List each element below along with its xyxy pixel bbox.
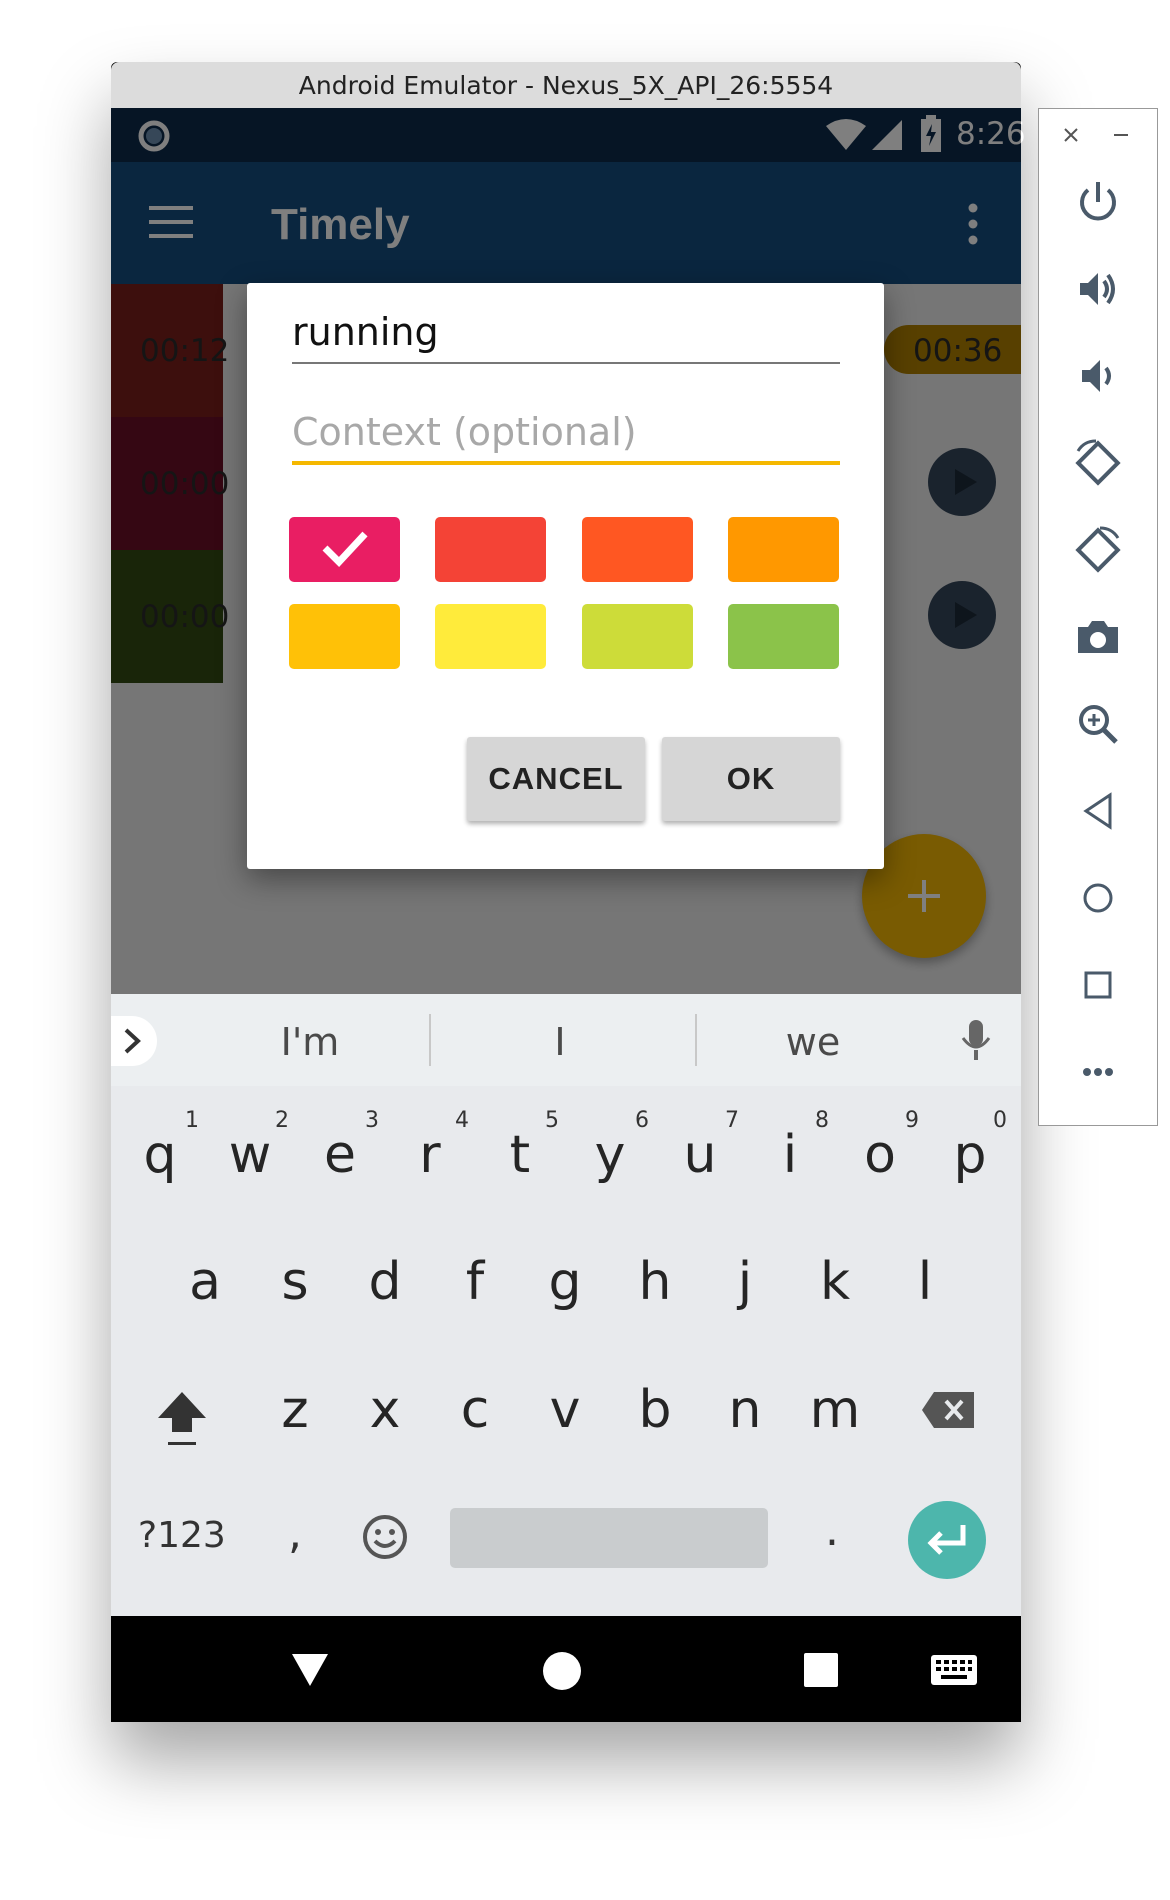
color-swatch[interactable] <box>435 517 546 582</box>
key-hint: 1 <box>185 1108 199 1133</box>
home-icon[interactable] <box>542 1651 582 1691</box>
key-hint: 4 <box>455 1108 469 1133</box>
key[interactable]: b <box>615 1380 695 1440</box>
key[interactable]: c <box>435 1380 515 1440</box>
color-swatch[interactable] <box>582 604 693 669</box>
key[interactable]: l <box>885 1252 965 1312</box>
expand-suggestions-button[interactable] <box>111 1016 157 1066</box>
key-hint: 0 <box>993 1108 1007 1133</box>
context-input-underline <box>292 461 840 465</box>
key[interactable]: o <box>840 1125 920 1185</box>
key[interactable]: i <box>750 1125 830 1185</box>
color-swatch[interactable] <box>728 517 839 582</box>
volume-down-icon[interactable] <box>1072 350 1124 402</box>
key[interactable]: m <box>795 1380 875 1440</box>
back-icon[interactable] <box>1072 785 1124 837</box>
color-swatch[interactable] <box>289 517 400 582</box>
zoom-icon[interactable] <box>1072 698 1124 750</box>
chevron-right-icon <box>124 1028 141 1054</box>
divider <box>429 1014 431 1066</box>
window-title: Android Emulator - Nexus_5X_API_26:5554 <box>111 62 1021 109</box>
color-swatch[interactable] <box>289 604 400 669</box>
context-input[interactable]: Context (optional) <box>292 410 637 454</box>
color-swatch[interactable] <box>582 517 693 582</box>
home-icon[interactable] <box>1072 872 1124 924</box>
key[interactable]: w <box>210 1125 290 1185</box>
color-swatch[interactable] <box>728 604 839 669</box>
space-key[interactable] <box>450 1508 768 1568</box>
key[interactable]: p <box>930 1125 1010 1185</box>
key-hint: 6 <box>635 1108 649 1133</box>
keyboard-icon[interactable] <box>931 1655 977 1685</box>
key-hint: 7 <box>725 1108 739 1133</box>
key[interactable]: y <box>570 1125 650 1185</box>
mic-icon[interactable] <box>961 1020 991 1062</box>
navigation-bar <box>111 1616 1021 1722</box>
name-input[interactable]: running <box>292 310 439 354</box>
backspace-icon[interactable] <box>920 1390 976 1430</box>
cancel-button[interactable]: CANCEL <box>467 737 645 821</box>
suggestion[interactable]: we <box>733 1020 893 1064</box>
enter-key[interactable] <box>908 1501 986 1579</box>
color-swatch[interactable] <box>435 604 546 669</box>
key-hint: 8 <box>815 1108 829 1133</box>
key[interactable]: a <box>165 1252 245 1312</box>
key-hint: 3 <box>365 1108 379 1133</box>
comma-key[interactable]: , <box>288 1508 302 1559</box>
key-hint: 5 <box>545 1108 559 1133</box>
key[interactable]: g <box>525 1252 605 1312</box>
key[interactable]: u <box>660 1125 740 1185</box>
enter-icon <box>927 1525 966 1555</box>
key[interactable]: j <box>705 1252 785 1312</box>
overview-icon[interactable] <box>1072 959 1124 1011</box>
close-icon[interactable] <box>1062 126 1080 144</box>
symbols-key[interactable]: ?123 <box>138 1515 226 1556</box>
key-hint: 9 <box>905 1108 919 1133</box>
volume-up-icon[interactable] <box>1072 263 1124 315</box>
camera-icon[interactable] <box>1072 611 1124 663</box>
key[interactable]: e <box>300 1125 380 1185</box>
shift-icon[interactable] <box>154 1388 210 1448</box>
ok-button[interactable]: OK <box>662 737 840 821</box>
power-icon[interactable] <box>1072 176 1124 228</box>
divider <box>695 1014 697 1066</box>
key[interactable]: q <box>120 1125 200 1185</box>
name-input-underline <box>292 362 840 364</box>
key[interactable]: s <box>255 1252 335 1312</box>
more-icon[interactable] <box>1072 1046 1124 1098</box>
key[interactable]: k <box>795 1252 875 1312</box>
check-icon <box>322 531 368 568</box>
key[interactable]: n <box>705 1380 785 1440</box>
key[interactable]: t <box>480 1125 560 1185</box>
key[interactable]: z <box>255 1380 335 1440</box>
minimize-icon[interactable] <box>1112 126 1130 144</box>
key[interactable]: v <box>525 1380 605 1440</box>
back-icon[interactable] <box>290 1652 330 1688</box>
key-hint: 2 <box>275 1108 289 1133</box>
rotate-left-icon[interactable] <box>1072 437 1124 489</box>
key[interactable]: r <box>390 1125 470 1185</box>
rotate-right-icon[interactable] <box>1072 524 1124 576</box>
key[interactable]: f <box>435 1252 515 1312</box>
suggestion[interactable]: I'm <box>230 1020 390 1064</box>
key[interactable]: h <box>615 1252 695 1312</box>
key[interactable]: x <box>345 1380 425 1440</box>
emoji-icon[interactable] <box>361 1513 409 1561</box>
key[interactable]: d <box>345 1252 425 1312</box>
suggestion[interactable]: I <box>480 1020 640 1064</box>
period-key[interactable]: . <box>825 1505 839 1556</box>
overview-icon[interactable] <box>804 1653 838 1687</box>
